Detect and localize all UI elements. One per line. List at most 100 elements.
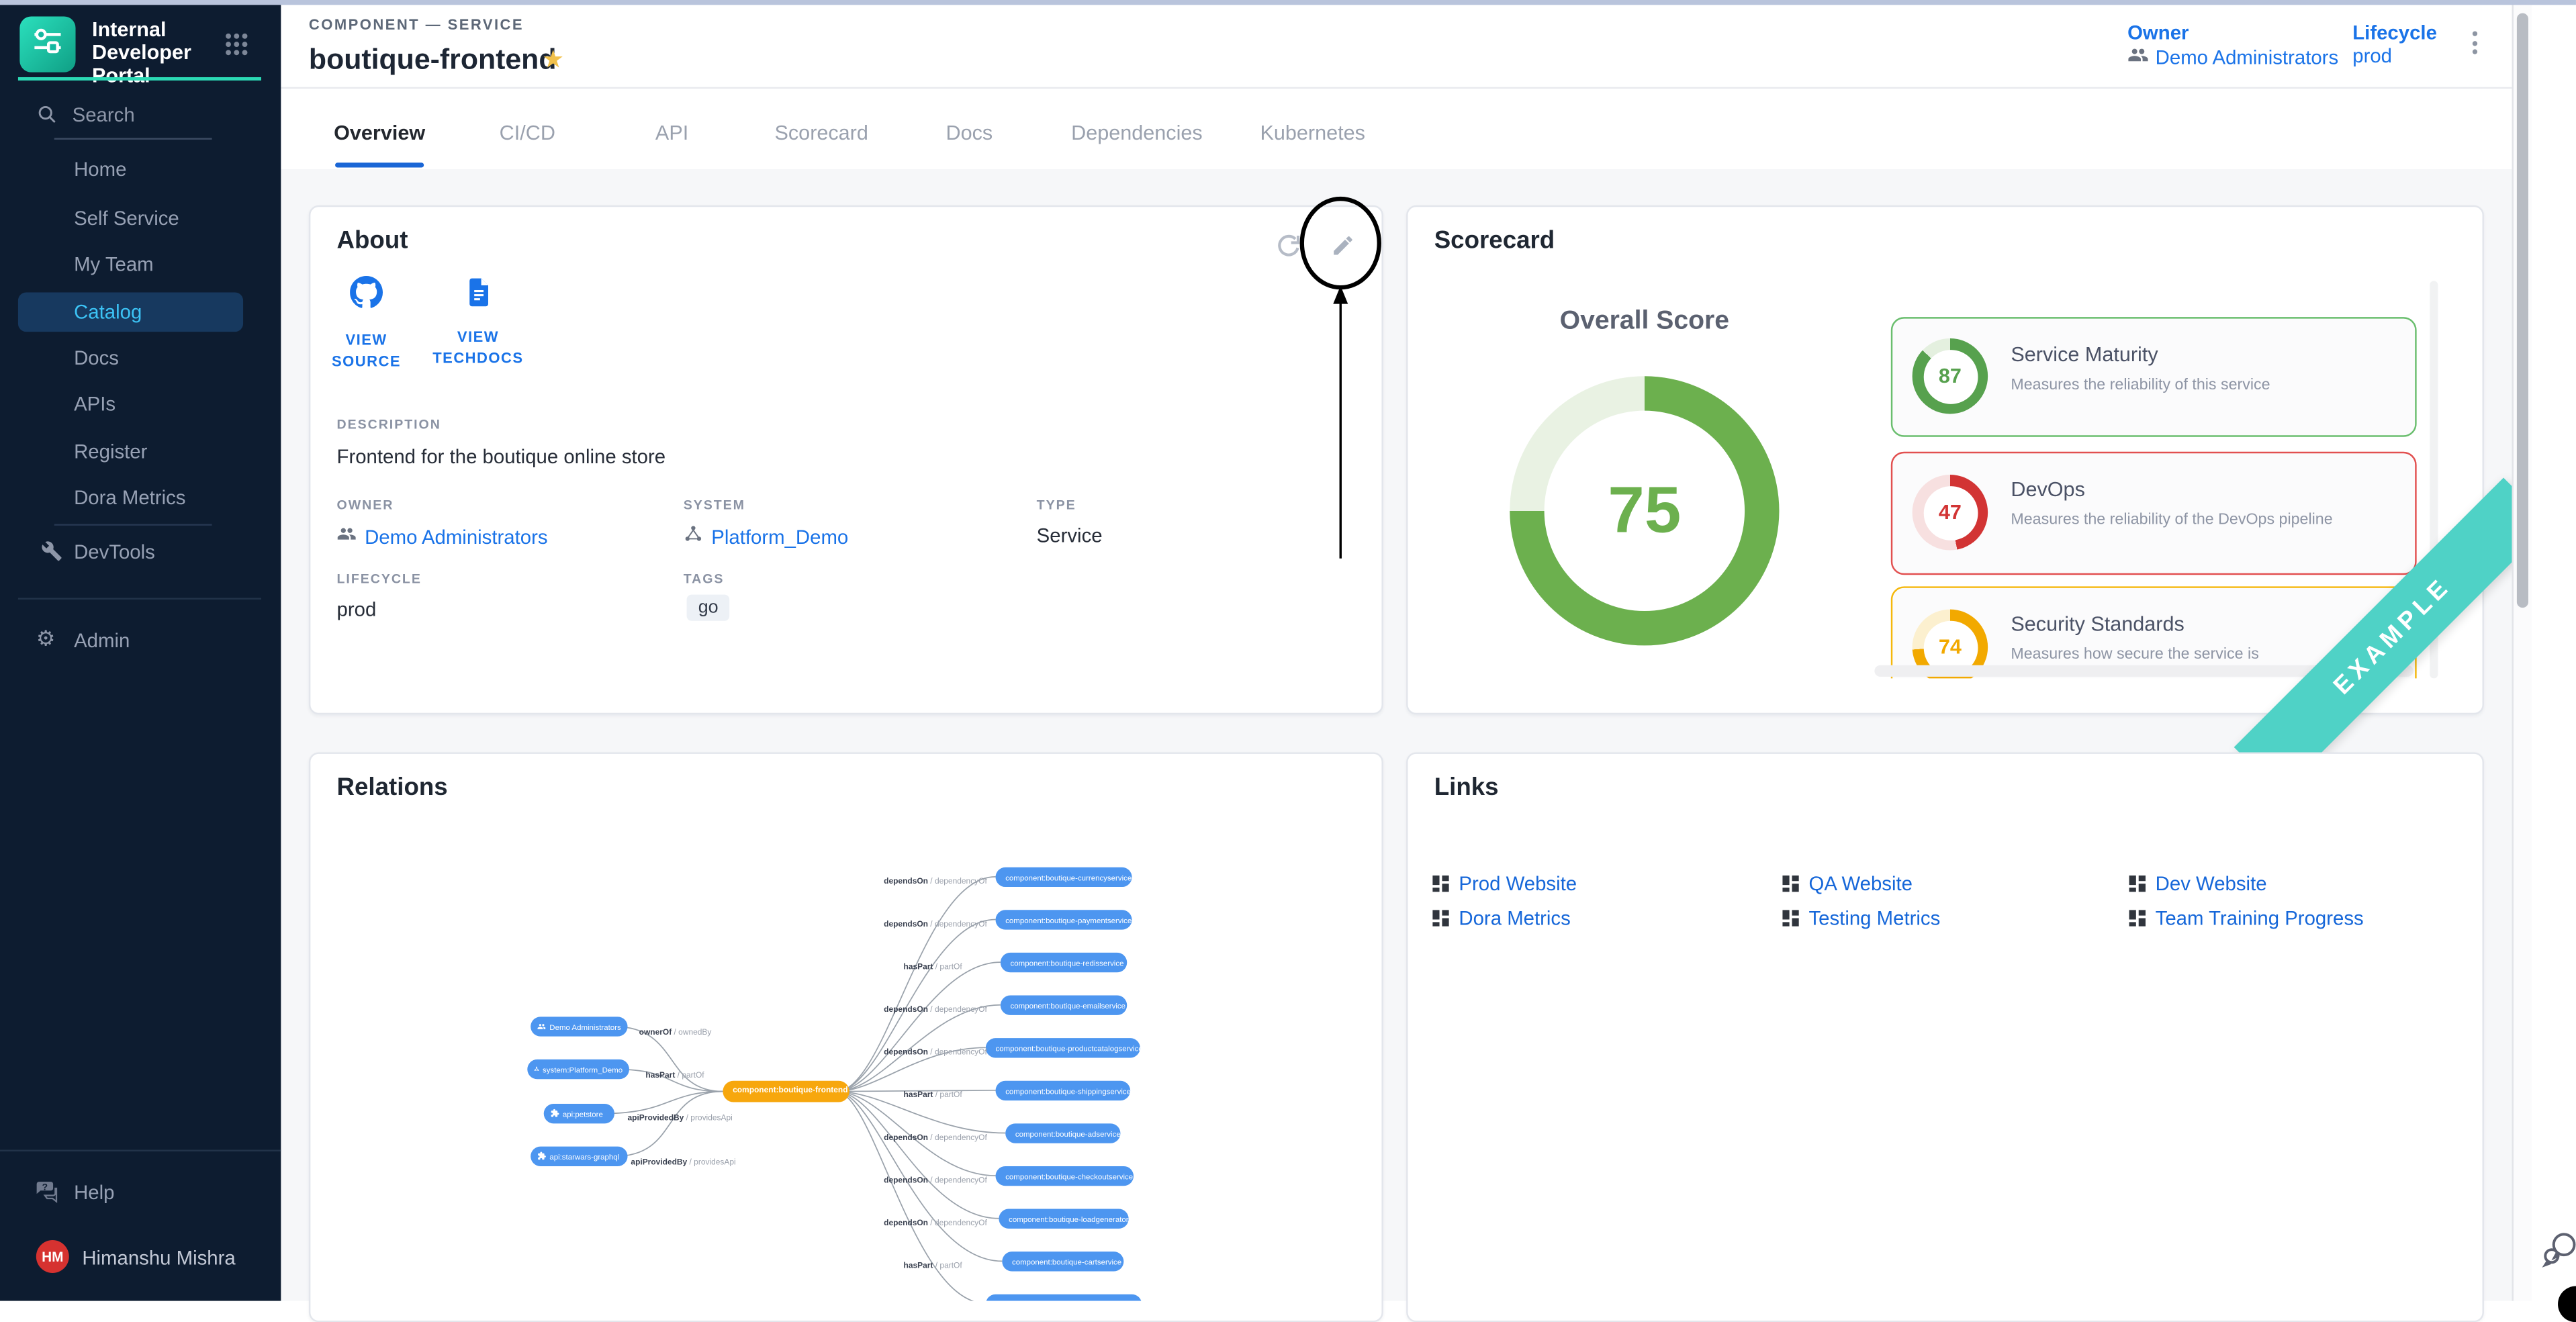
relations-graph: Demo Administrators system:Platform_Demo… — [309, 805, 1380, 1301]
graph-node-loadgenerator[interactable]: component:boutique-loadgenerator — [999, 1209, 1128, 1229]
link-team-training-progress[interactable]: Team Training Progress — [2129, 906, 2364, 929]
sidebar-item-apis[interactable]: APIs — [0, 384, 281, 424]
search-placeholder: Search — [73, 103, 135, 126]
lifecycle-label: Lifecycle — [2352, 21, 2437, 44]
link-qa-website[interactable]: QA Website — [1782, 872, 1913, 895]
sidebar: Internal Developer Portal Search Home Se… — [0, 0, 281, 1301]
link-testing-metrics[interactable]: Testing Metrics — [1782, 906, 1940, 929]
sidebar-item-home[interactable]: Home — [0, 150, 281, 189]
metric-description: Measures how secure the service is — [2011, 645, 2258, 663]
view-techdocs-button[interactable]: VIEW TECHDOCS — [426, 276, 531, 369]
edge-label: hasPart / partOf — [904, 1263, 962, 1271]
dashboard-icon — [1432, 876, 1448, 892]
sidebar-item-self-service[interactable]: Self Service — [0, 199, 281, 238]
lifecycle-field-value: prod — [337, 598, 377, 620]
sidebar-item-help[interactable]: ? Help — [0, 1173, 281, 1213]
scorecard-title: Scorecard — [1434, 227, 1555, 255]
owner-link[interactable]: Demo Administrators — [2127, 44, 2338, 70]
page-scrollbar-track[interactable] — [2512, 0, 2534, 1301]
overall-score-donut: 75 — [1510, 376, 1779, 645]
search-underline — [54, 138, 212, 139]
dashboard-icon — [1432, 910, 1448, 926]
metric-description: Measures the reliability of the DevOps p… — [2011, 511, 2332, 529]
graph-node-boutique-frontend[interactable]: component:boutique-frontend — [723, 1081, 849, 1102]
metric-donut: 47 — [1913, 475, 1988, 551]
view-source-button[interactable]: VIEW SOURCE — [317, 276, 416, 373]
edge-label: apiProvidedBy / providesApi — [631, 1159, 735, 1167]
sidebar-item-register[interactable]: Register — [0, 432, 281, 471]
sidebar-item-docs[interactable]: Docs — [0, 338, 281, 378]
search-icon — [36, 103, 58, 133]
tab-cicd[interactable]: CI/CD — [500, 122, 555, 144]
tag-chip[interactable]: go — [687, 595, 730, 621]
link-dora-metrics[interactable]: Dora Metrics — [1432, 906, 1571, 929]
sidebar-item-my-team[interactable]: My Team — [0, 245, 281, 285]
view-source-label: VIEW SOURCE — [317, 330, 416, 373]
owner-field-value[interactable]: Demo Administrators — [337, 522, 548, 552]
header-lifecycle: Lifecycle prod — [2352, 21, 2437, 67]
graph-node-adservice[interactable]: component:boutique-adservice — [1005, 1123, 1120, 1143]
owner-field-label: OWNER — [337, 498, 394, 512]
sidebar-item-devtools[interactable]: DevTools — [0, 532, 281, 572]
page-scrollbar-thumb[interactable] — [2517, 13, 2528, 608]
graph-node-cartservice[interactable]: component:boutique-cartservice — [1002, 1252, 1123, 1271]
tab-kubernetes[interactable]: Kubernetes — [1260, 122, 1365, 144]
edge-label: dependsOn / dependencyOf — [884, 1178, 987, 1186]
graph-node-currencyservice[interactable]: component:boutique-currencyservice — [996, 867, 1132, 887]
tab-api[interactable]: API — [655, 122, 688, 144]
graph-node-api-starwars-graphql[interactable]: api:starwars-graphql — [531, 1147, 627, 1166]
about-card: About VIEW SOURCE VIEW TECHDOCS DESCRIPT… — [309, 205, 1383, 714]
graph-node-emailservice[interactable]: component:boutique-emailservice — [1001, 996, 1127, 1015]
chat-widget-button[interactable] — [2538, 1229, 2576, 1280]
api-icon — [537, 1152, 546, 1161]
system-field-value[interactable]: Platform_Demo — [684, 522, 849, 552]
user-menu[interactable]: HM Himanshu Mishra — [0, 1237, 281, 1280]
wrench-icon — [41, 540, 62, 567]
links-card: Links Prod Website QA Website Dev Websit… — [1406, 752, 2484, 1322]
tab-scorecard[interactable]: Scorecard — [774, 122, 868, 144]
edge-label: hasPart / partOf — [904, 1092, 962, 1100]
header-owner: Owner Demo Administrators — [2127, 21, 2338, 70]
graph-node-paymentservice[interactable]: component:boutique-paymentservice — [996, 910, 1132, 929]
edge-label: dependsOn / dependencyOf — [884, 879, 987, 887]
tab-dependencies[interactable]: Dependencies — [1071, 122, 1203, 144]
people-icon — [337, 522, 357, 552]
refresh-button[interactable] — [1275, 232, 1303, 268]
api-icon — [551, 1109, 559, 1118]
metric-card-service-maturity[interactable]: 87 Service Maturity Measures the reliabi… — [1891, 317, 2417, 437]
graph-node-redisservice[interactable]: component:boutique-redisservice — [1001, 953, 1127, 972]
lifecycle-field-label: LIFECYCLE — [337, 571, 422, 586]
app-switcher-icon[interactable] — [224, 31, 250, 65]
about-title: About — [337, 227, 408, 255]
metric-name: Service Maturity — [2011, 343, 2158, 366]
sidebar-item-dora-metrics[interactable]: Dora Metrics — [0, 478, 281, 518]
svg-text:?: ? — [42, 1181, 48, 1192]
link-dev-website[interactable]: Dev Website — [2129, 872, 2267, 895]
favorite-star-icon[interactable]: ★ — [542, 44, 564, 74]
search-input[interactable]: Search — [0, 99, 281, 142]
metric-card-devops[interactable]: 47 DevOps Measures the reliability of th… — [1891, 452, 2417, 575]
page: Internal Developer Portal Search Home Se… — [0, 0, 2576, 1301]
graph-node-api-petstore[interactable]: api:petstore — [544, 1104, 614, 1123]
kebab-menu[interactable] — [2465, 31, 2484, 60]
graph-node-demo-administrators[interactable]: Demo Administrators — [531, 1017, 627, 1036]
sidebar-item-admin[interactable]: ⚙ Admin — [0, 621, 281, 661]
graph-node-system-platform-demo[interactable]: system:Platform_Demo — [527, 1059, 629, 1079]
tab-docs[interactable]: Docs — [946, 122, 993, 144]
sidebar-divider — [54, 524, 212, 525]
tabs-band — [281, 89, 2512, 169]
sidebar-divider — [18, 598, 261, 599]
tab-overview[interactable]: Overview — [334, 122, 425, 144]
graph-node-partial[interactable] — [986, 1294, 1142, 1301]
description-label: DESCRIPTION — [337, 417, 441, 432]
system-icon — [534, 1065, 539, 1074]
link-prod-website[interactable]: Prod Website — [1432, 872, 1577, 895]
breadcrumb: COMPONENT — SERVICE — [309, 16, 524, 32]
sidebar-item-catalog[interactable]: Catalog — [0, 292, 281, 332]
edge-label: hasPart / partOf — [645, 1072, 704, 1080]
graph-node-checkoutservice[interactable]: component:boutique-checkoutservice — [996, 1166, 1134, 1186]
edit-pencil-button[interactable] — [1331, 233, 1356, 266]
type-field-label: TYPE — [1037, 498, 1076, 512]
graph-node-productcatalogservice[interactable]: component:boutique-productcatalogservice — [986, 1038, 1140, 1057]
graph-node-shippingservice[interactable]: component:boutique-shippingservice — [996, 1081, 1131, 1100]
